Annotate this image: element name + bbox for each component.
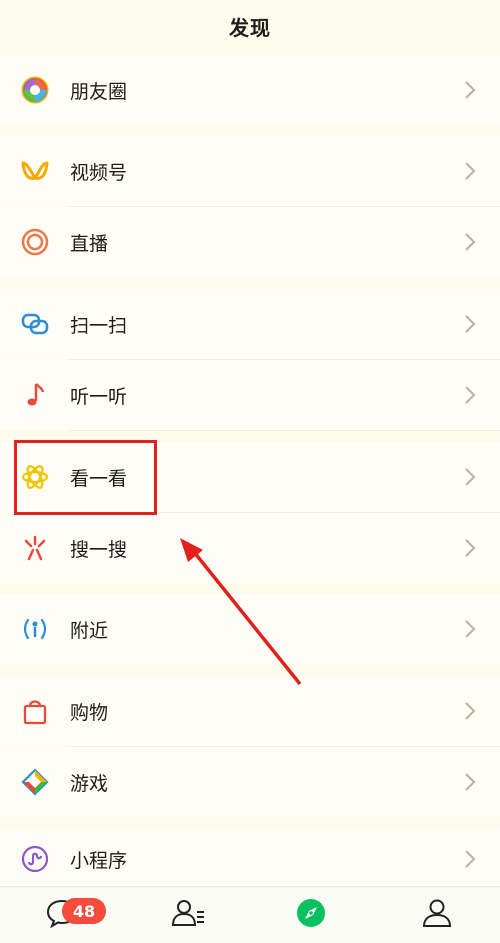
compass-icon <box>295 897 327 933</box>
tab-me[interactable] <box>407 895 467 935</box>
tab-contacts[interactable] <box>158 895 218 935</box>
contacts-icon <box>170 898 206 932</box>
person-icon <box>421 898 453 932</box>
red-arrow-annotation <box>180 538 302 686</box>
tab-discover[interactable] <box>281 895 341 935</box>
unread-badge: 48 <box>62 898 106 924</box>
